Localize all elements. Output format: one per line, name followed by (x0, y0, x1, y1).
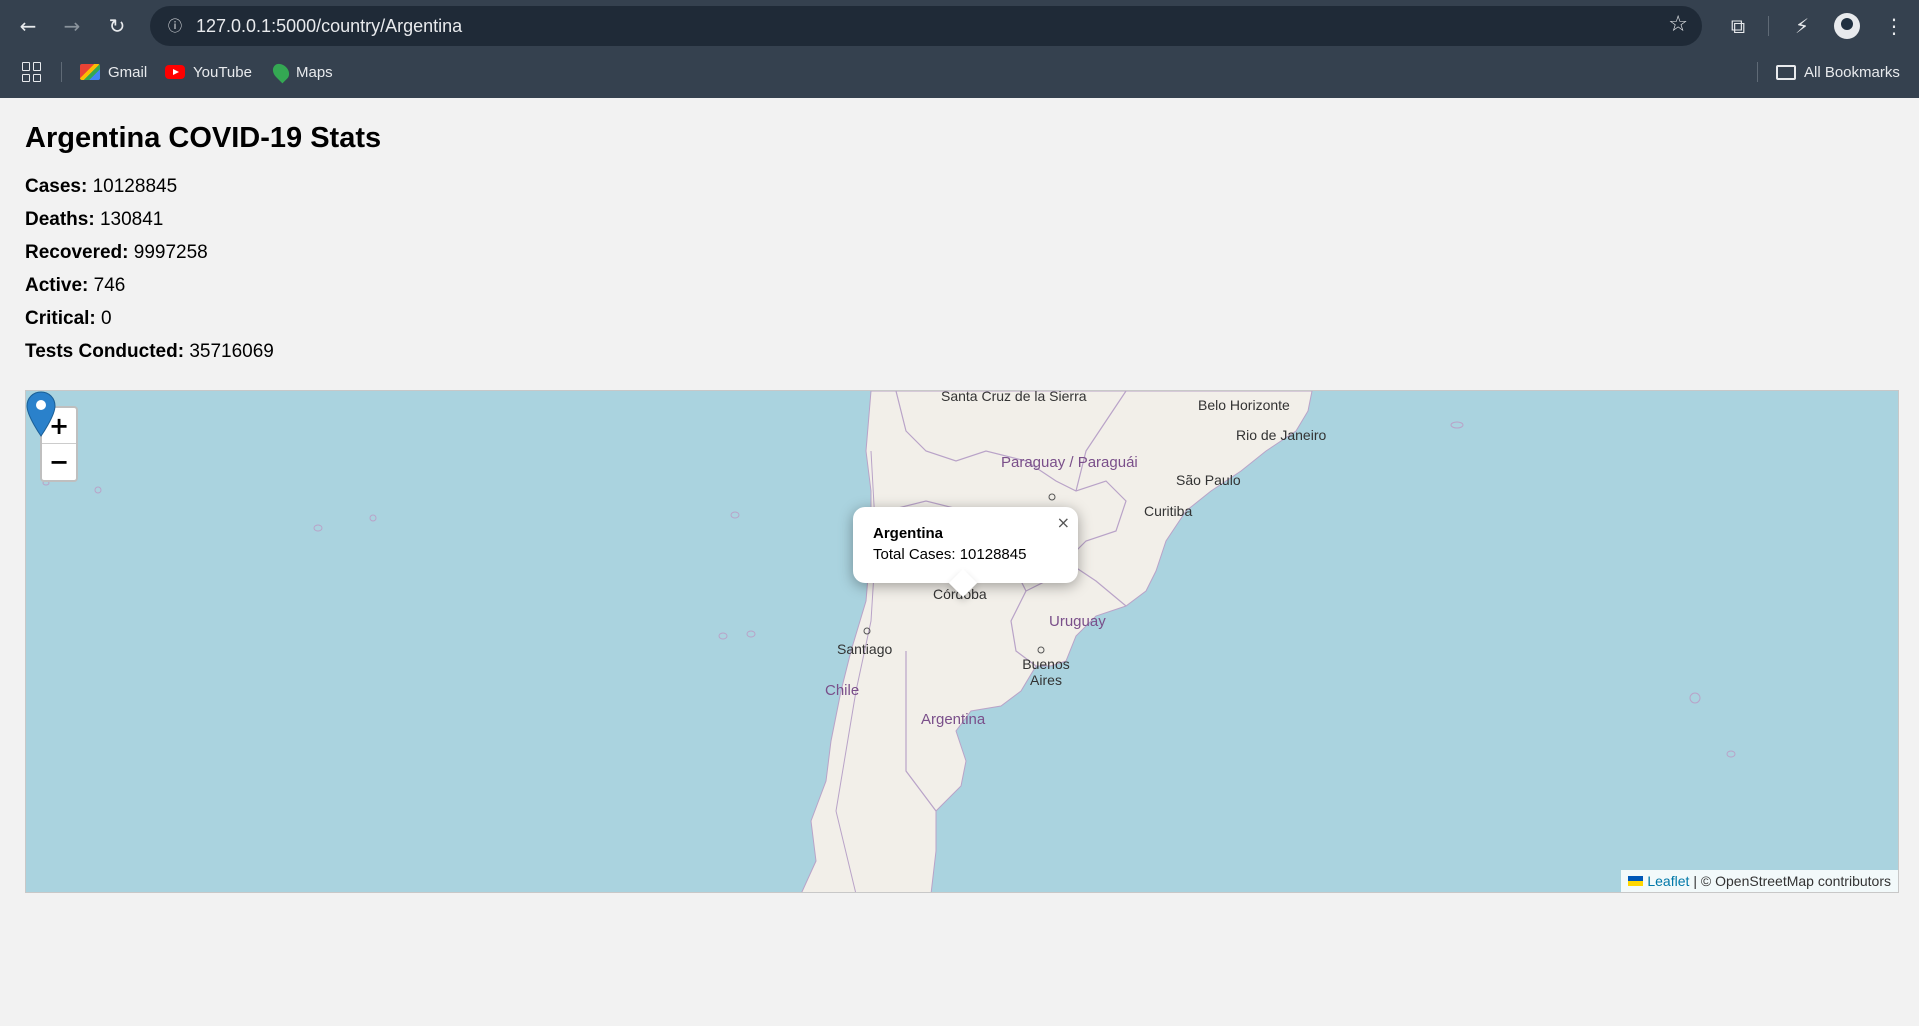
bookmark-label: Maps (296, 63, 333, 81)
map-attribution: Leaflet | © OpenStreetMap contributors (1621, 870, 1898, 892)
stat-value: 9997258 (133, 242, 208, 263)
back-icon[interactable]: ← (12, 10, 44, 42)
bookmark-star-icon[interactable]: ☆ (1668, 12, 1688, 37)
extensions-icon[interactable]: ⧉ (1722, 10, 1754, 42)
stat-value: 10128845 (92, 176, 178, 197)
map-marker-icon[interactable] (26, 391, 56, 437)
stat-recovered: Recovered: 9997258 (25, 242, 208, 264)
reload-icon[interactable]: ↻ (101, 10, 133, 42)
map-label-sao-paulo: São Paulo (1176, 472, 1241, 488)
bookmark-youtube[interactable]: YouTube (165, 60, 252, 84)
browser-toolbar: ← → ↻ ⓘ 127.0.0.1:5000/country/Argentina… (0, 0, 1919, 52)
site-info-icon[interactable]: ⓘ (164, 15, 186, 37)
popup-close-button[interactable]: × (1057, 513, 1070, 532)
gmail-icon (80, 64, 100, 80)
stat-label: Critical: (25, 308, 96, 329)
map-label-buenos-aires: Buenos Aires (1022, 656, 1070, 688)
bookmark-label: YouTube (193, 63, 252, 81)
bookmarks-divider (61, 62, 62, 82)
stat-label: Tests Conducted: (25, 341, 185, 362)
map-label-uruguay: Uruguay (1049, 613, 1106, 630)
apps-icon[interactable] (22, 62, 42, 82)
stat-value: 0 (101, 308, 112, 329)
map-label-argentina: Argentina (921, 711, 986, 728)
stat-tests: Tests Conducted: 35716069 (25, 341, 274, 363)
map-label-paraguay: Paraguay / Paraguái (1001, 454, 1138, 471)
ukraine-flag-icon (1628, 876, 1644, 886)
country-map[interactable]: Santa Cruz de la Sierra Belo Horizonte R… (25, 390, 1899, 893)
browser-chrome: ← → ↻ ⓘ 127.0.0.1:5000/country/Argentina… (0, 0, 1919, 98)
bookmark-maps[interactable]: Maps (269, 60, 333, 84)
address-bar[interactable]: ⓘ 127.0.0.1:5000/country/Argentina ☆ (150, 6, 1702, 46)
map-label-santa-cruz: Santa Cruz de la Sierra (941, 390, 1087, 404)
performance-icon[interactable]: ⚡ (1786, 10, 1818, 42)
stat-cases: Cases: 10128845 (25, 176, 177, 198)
map-label-curitiba: Curitiba (1144, 503, 1193, 519)
profile-avatar[interactable] (1834, 13, 1860, 39)
stat-value: 35716069 (189, 341, 274, 362)
stat-critical: Critical: 0 (25, 308, 112, 330)
stat-value: 130841 (99, 209, 164, 230)
stat-deaths: Deaths: 130841 (25, 209, 163, 231)
map-label-santiago: Santiago (837, 641, 893, 657)
bookmark-gmail[interactable]: Gmail (80, 60, 147, 84)
all-bookmarks-label: All Bookmarks (1804, 63, 1900, 81)
url-text[interactable]: 127.0.0.1:5000/country/Argentina (196, 16, 462, 37)
zoom-out-button[interactable]: − (42, 444, 76, 480)
stat-value: 746 (93, 275, 126, 296)
popup-title: Argentina (873, 525, 944, 542)
map-tiles (42, 391, 1736, 892)
folder-icon (1776, 64, 1796, 80)
bookmark-label: Gmail (108, 63, 148, 81)
attribution-text: | © OpenStreetMap contributors (1693, 873, 1891, 889)
all-bookmarks[interactable]: All Bookmarks (1776, 60, 1900, 84)
leaflet-link[interactable]: Leaflet (1647, 873, 1689, 889)
map-label-belo-horizonte: Belo Horizonte (1198, 397, 1290, 413)
bookmarks-bar: Gmail YouTube Maps All Bookmarks (0, 52, 1919, 90)
map-label-chile: Chile (825, 682, 860, 699)
bookmarks-divider-right (1757, 62, 1758, 82)
menu-icon[interactable]: ⋮ (1878, 10, 1910, 42)
popup-text: Total Cases: 10128845 (873, 546, 1027, 563)
stat-active: Active: 746 (25, 275, 125, 297)
stat-label: Recovered: (25, 242, 129, 263)
maps-icon (269, 60, 293, 84)
map-label-rio: Rio de Janeiro (1236, 427, 1327, 443)
stat-label: Deaths: (25, 209, 95, 230)
map-popup: × Argentina Total Cases: 10128845 (853, 507, 1078, 598)
page-title: Argentina COVID-19 Stats (25, 122, 382, 154)
stat-label: Cases: (25, 176, 88, 197)
youtube-icon (165, 65, 185, 79)
toolbar-divider (1768, 16, 1769, 36)
forward-icon[interactable]: → (56, 10, 88, 42)
stat-label: Active: (25, 275, 89, 296)
